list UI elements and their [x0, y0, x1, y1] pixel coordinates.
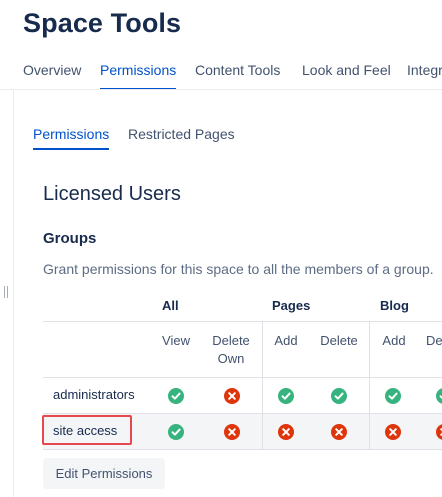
cross-circle-icon	[224, 388, 240, 404]
table-divider	[43, 321, 442, 322]
header-pages: Pages	[272, 298, 311, 313]
table-divider	[43, 449, 442, 450]
tab-overview[interactable]: Overview	[23, 62, 81, 90]
subheader-pages-add: Add	[274, 333, 298, 348]
cross-circle-icon	[436, 424, 442, 440]
check-circle-icon	[331, 388, 347, 404]
subheader-delete-own-line1: Delete	[212, 333, 250, 348]
table-divider	[43, 413, 442, 414]
check-circle-icon	[168, 424, 184, 440]
page-title: Space Tools	[23, 8, 182, 38]
cross-circle-icon	[331, 424, 347, 440]
edit-permissions-button[interactable]: Edit Permissions	[43, 458, 165, 489]
subheader-view: View	[162, 333, 190, 348]
subheader-delete-own-line2: Own	[217, 351, 245, 366]
top-navigation-tabs: Overview Permissions Content Tools Look …	[0, 60, 442, 90]
cross-circle-icon	[385, 424, 401, 440]
tab-look-and-feel[interactable]: Look and Feel	[302, 62, 391, 90]
subheader-blog-delete: De	[426, 333, 442, 348]
check-circle-icon	[168, 388, 184, 404]
check-circle-icon	[385, 388, 401, 404]
header-blog: Blog	[380, 298, 409, 313]
subheader-blog-add: Add	[382, 333, 406, 348]
column-divider	[369, 321, 370, 450]
check-circle-icon	[278, 388, 294, 404]
groups-description: Grant permissions for this space to all …	[43, 261, 434, 277]
subtab-permissions[interactable]: Permissions	[33, 126, 110, 150]
table-divider	[43, 377, 442, 378]
column-divider	[262, 321, 263, 450]
cross-circle-icon	[224, 424, 240, 440]
tab-permissions[interactable]: Permissions	[100, 62, 177, 90]
subtab-restricted-pages[interactable]: Restricted Pages	[128, 126, 235, 150]
sidebar-resize-handle-icon[interactable]	[4, 286, 9, 298]
tabs-divider	[0, 89, 442, 90]
cross-circle-icon	[278, 424, 294, 440]
section-title: Licensed Users	[43, 183, 181, 205]
group-name-administrators: administrators	[53, 387, 135, 402]
tab-content-tools[interactable]: Content Tools	[195, 62, 280, 90]
check-circle-icon	[436, 388, 442, 404]
header-all: All	[162, 298, 179, 313]
tab-integrations[interactable]: Integr	[407, 62, 442, 90]
annotation-highlight-box	[42, 415, 132, 445]
subheader-pages-delete: Delete	[320, 333, 358, 348]
groups-heading: Groups	[43, 230, 97, 247]
